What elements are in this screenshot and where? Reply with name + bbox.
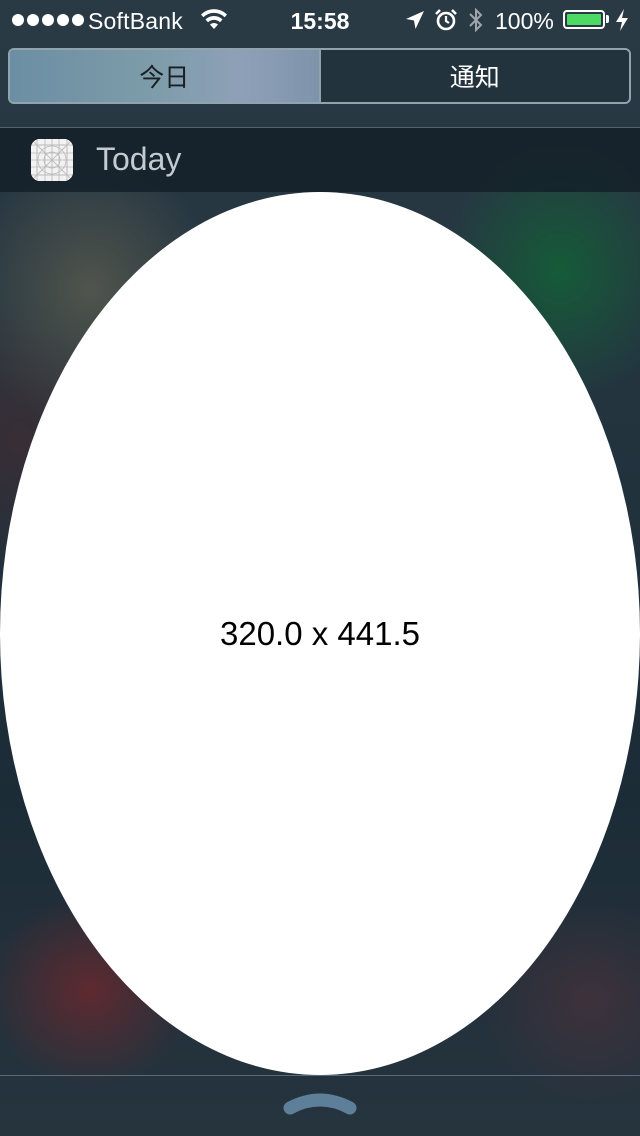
segmented-control: 今日 通知	[8, 48, 631, 104]
bluetooth-icon	[469, 7, 483, 33]
tab-today[interactable]: 今日	[10, 50, 319, 102]
battery-percentage: 100%	[495, 8, 554, 34]
battery-icon	[563, 10, 605, 29]
size-label: 320.0 x 441.5	[220, 614, 420, 652]
grabber-chevron-icon[interactable]	[282, 1088, 358, 1118]
location-icon	[406, 11, 424, 29]
widget-title: Today	[96, 141, 182, 177]
tab-notifications[interactable]: 通知	[318, 50, 629, 102]
alarm-icon	[435, 9, 457, 31]
widget-header[interactable]: Today	[0, 128, 640, 192]
status-bar: SoftBank 15:58 100%	[0, 0, 640, 40]
footer-divider	[0, 1075, 640, 1076]
battery-tip	[606, 15, 609, 23]
widget-oval-view: 320.0 x 441.5	[0, 192, 640, 1075]
app-icon	[31, 139, 73, 181]
charging-bolt-icon	[616, 9, 628, 31]
